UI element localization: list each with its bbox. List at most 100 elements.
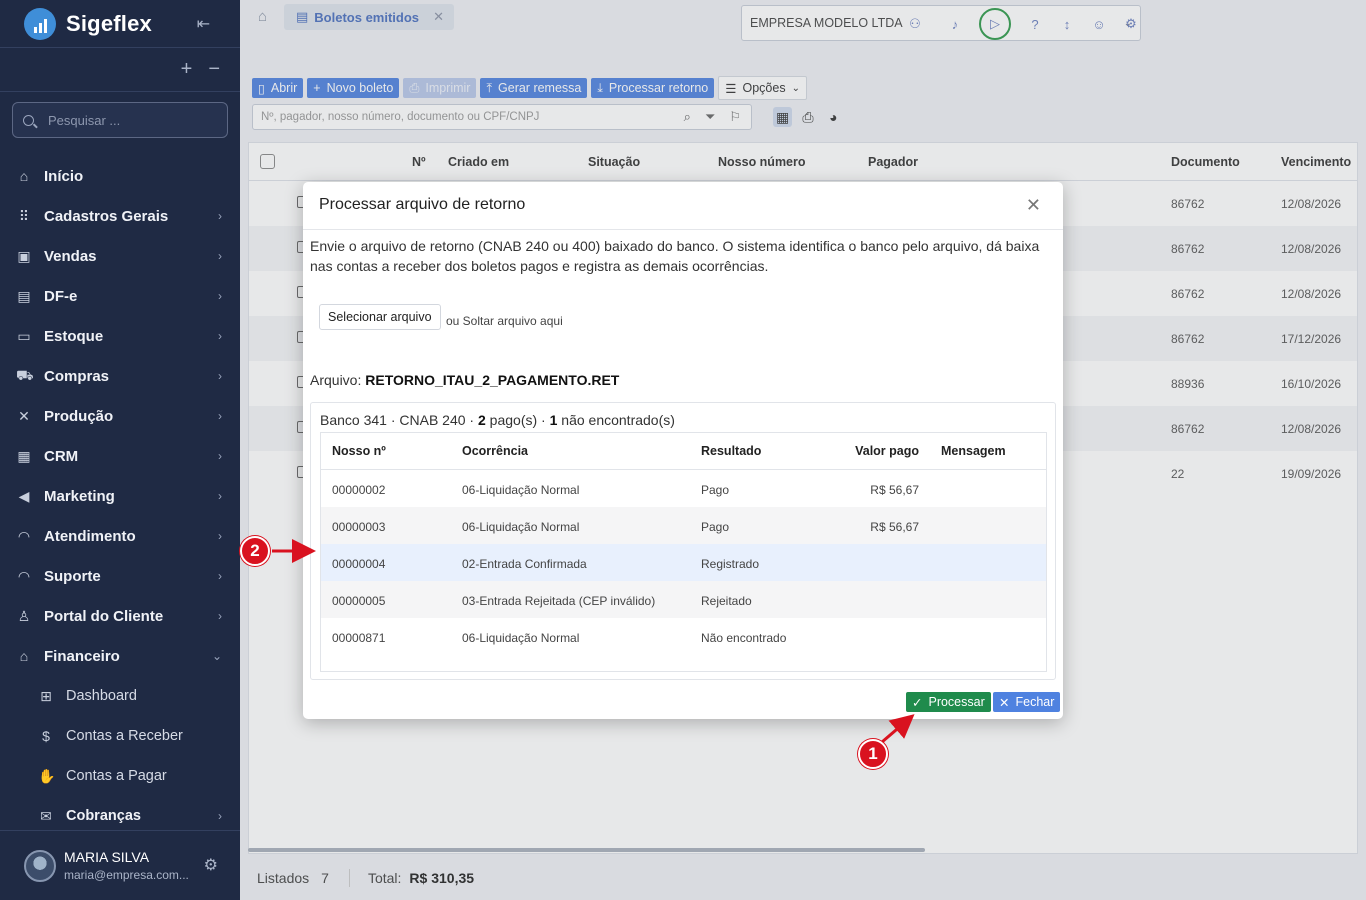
collapse-all-icon[interactable]: − [208,58,220,81]
sidebar-item-label: Portal do Cliente [44,607,164,625]
cell-ocorrencia: 06-Liquidação Normal [462,631,580,645]
sidebar-item-financeiro[interactable]: ⌂ Financeiro ⌄ [0,636,240,676]
collapse-sidebar-icon[interactable]: ⇤ [197,14,210,34]
sidebar-subitem-dashboard[interactable]: ⊞ Dashboard [0,676,240,716]
sidebar-item-label: Cadastros Gerais [44,207,169,225]
sidebar-item-estoque[interactable]: ▭ Estoque › [0,316,240,356]
cell-resultado: Pago [701,520,730,534]
truck-icon: ⛟ [16,366,34,383]
sidebar-item-producao[interactable]: ✕ Produção › [0,396,240,436]
result-box: Banco 341 · CNAB 240 · 2 pago(s) · 1 não… [310,402,1056,680]
table-row-highlighted[interactable]: 00000004 02-Entrada Confirmada Registrad… [321,544,1046,581]
sidebar-actions: + − [0,48,240,92]
summary-prefix: Banco 341 · CNAB 240 · [320,412,478,428]
close-icon[interactable]: ✕ [1026,195,1041,216]
cell-valor: R$ 56,67 [870,520,919,534]
cell-resultado: Não encontrado [701,631,787,645]
sidebar: Sigeflex ⇤ + − ⌂ Início ⠿ Cadastros Gerais… [0,0,240,900]
check-icon: ✓ [912,695,923,710]
sidebar-item-portal[interactable]: ♙ Portal do Cliente › [0,596,240,636]
megaphone-icon: ◀ [18,487,30,504]
sidebar-item-dfe[interactable]: ▤ DF-e › [0,276,240,316]
bank-icon: ⌂ [19,648,29,664]
expand-all-icon[interactable]: + [181,58,193,81]
search-icon [23,114,34,126]
cell-nosso: 00000003 [332,520,386,534]
table-row[interactable]: 00000005 03-Entrada Rejeitada (CEP invál… [321,581,1046,618]
user-settings-icon[interactable]: ⚙ [204,855,218,875]
home-icon: ⌂ [19,168,29,184]
processar-retorno-dialog: Processar arquivo de retorno ✕ Envie o a… [303,182,1063,719]
cell-nosso: 00000005 [332,594,386,608]
processar-button[interactable]: ✓ Processar [906,692,991,712]
sidebar-item-inicio[interactable]: ⌂ Início [0,156,240,196]
sidebar-subitem-contas-pagar[interactable]: ✋ Contas a Pagar [0,756,240,796]
chevron-right-icon: › [218,369,222,383]
cell-ocorrencia: 06-Liquidação Normal [462,520,580,534]
sidebar-item-crm[interactable]: ▦ CRM › [0,436,240,476]
cell-nosso: 00000002 [332,483,386,497]
col-resultado: Resultado [701,444,762,458]
chevron-right-icon: › [218,409,222,423]
button-label: Processar [928,695,985,709]
sidebar-item-atendimento[interactable]: ◠ Atendimento › [0,516,240,556]
cell-resultado: Rejeitado [701,594,752,608]
annotation-marker-1: 1 [858,739,888,769]
cell-valor: R$ 56,67 [870,483,919,497]
chevron-right-icon: › [218,529,222,543]
chevron-right-icon: › [218,449,222,463]
arquivo-name: RETORNO_ITAU_2_PAGAMENTO.RET [365,372,620,388]
sidebar-item-label: Estoque [44,327,104,345]
sidebar-item-label: DF-e [44,287,78,305]
sidebar-item-vendas[interactable]: ▣ Vendas › [0,236,240,276]
cell-ocorrencia: 06-Liquidação Normal [462,483,580,497]
sidebar-item-label: Compras [44,367,110,385]
user-box[interactable]: MARIA SILVA maria@empresa.com... ⚙ [0,830,240,900]
sidebar-item-label: Contas a Receber [66,728,183,744]
sidebar-item-suporte[interactable]: ◠ Suporte › [0,556,240,596]
document-icon: ▤ [17,287,31,304]
drop-zone-text[interactable]: ou Soltar arquivo aqui [446,314,563,328]
app-name: Sigeflex [66,10,152,36]
sidebar-item-cadastros[interactable]: ⠿ Cadastros Gerais › [0,196,240,236]
chevron-right-icon: › [218,209,222,223]
cell-ocorrencia: 03-Entrada Rejeitada (CEP inválido) [462,594,656,608]
arquivo-line: Arquivo: RETORNO_ITAU_2_PAGAMENTO.RET [310,372,619,388]
sidebar-menu: ⌂ Início ⠿ Cadastros Gerais › ▣ Vendas › ▤ DF-… [0,156,240,836]
sidebar-item-label: Produção [44,407,114,425]
cell-resultado: Registrado [701,557,760,571]
sidebar-item-marketing[interactable]: ◀ Marketing › [0,476,240,516]
sidebar-item-label: Marketing [44,487,115,505]
support-icon: ◠ [17,567,31,584]
result-table: Nosso nº Ocorrência Resultado Valor pago… [320,432,1047,672]
user-name: MARIA SILVA [64,849,150,865]
chevron-right-icon: › [218,249,222,263]
dialog-description: Envie o arquivo de retorno (CNAB 240 ou … [310,238,1040,274]
sidebar-item-compras[interactable]: ⛟ Compras › [0,356,240,396]
mail-icon: ✉ [40,807,52,824]
summary-suffix: não encontrado(s) [557,412,675,428]
sidebar-item-label: Contas a Pagar [66,768,167,784]
sidebar-subitem-contas-receber[interactable]: $ Contas a Receber [0,716,240,756]
coin-icon: $ [42,728,50,744]
sidebar-search[interactable] [12,102,228,138]
avatar [24,849,56,882]
dashboard-icon: ⊞ [40,687,52,704]
user-email: maria@empresa.com... [64,868,189,882]
table-row[interactable]: 00000002 06-Liquidação Normal Pago R$ 56… [321,470,1046,507]
chevron-right-icon: › [218,489,222,503]
tools-icon: ✕ [18,407,30,424]
sidebar-item-label: Vendas [44,247,97,265]
headset-icon: ◠ [17,527,31,544]
select-file-button[interactable]: Selecionar arquivo [319,304,441,330]
hand-coin-icon: ✋ [38,767,56,784]
table-row[interactable]: 00000871 06-Liquidação Normal Não encont… [321,618,1046,655]
cell-nosso: 00000871 [332,631,386,645]
cell-resultado: Pago [701,483,730,497]
sidebar-search-input[interactable] [48,112,218,128]
summary-pagos: 2 [477,412,486,428]
fechar-button[interactable]: ✕ Fechar [993,692,1061,712]
col-mensagem: Mensagem [941,444,1006,458]
sidebar-item-label: Cobranças [66,808,141,824]
table-row[interactable]: 00000003 06-Liquidação Normal Pago R$ 56… [321,507,1046,544]
